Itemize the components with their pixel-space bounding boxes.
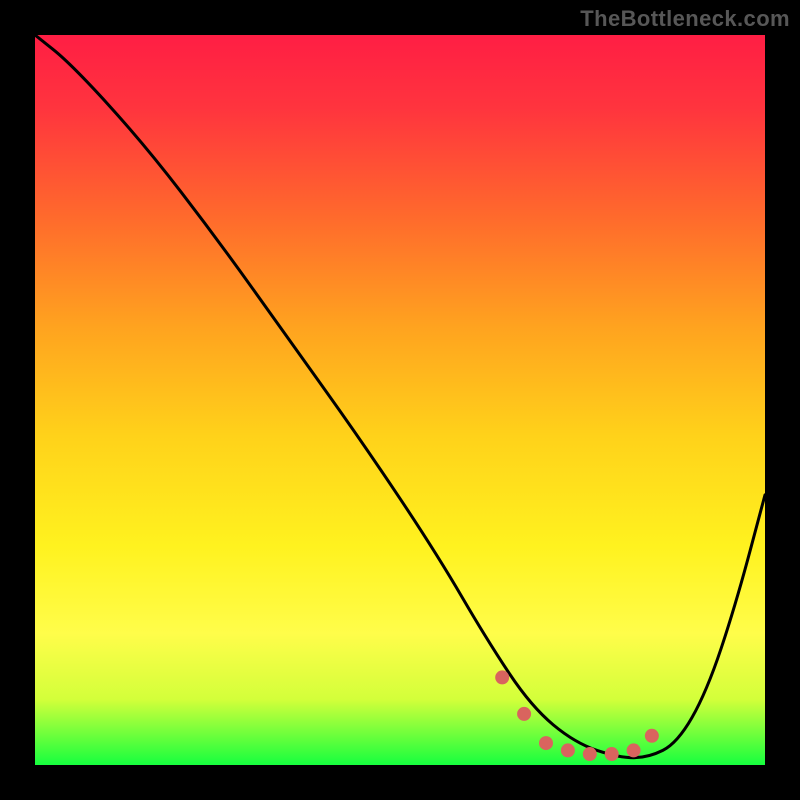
highlight-dot [539, 736, 553, 750]
highlight-dot [605, 747, 619, 761]
chart-frame: TheBottleneck.com [0, 0, 800, 800]
highlight-marker-group [495, 670, 659, 761]
curve-svg [35, 35, 765, 765]
highlight-dot [561, 743, 575, 757]
highlight-dot [583, 747, 597, 761]
watermark-text: TheBottleneck.com [580, 6, 790, 32]
highlight-dot [627, 743, 641, 757]
highlight-dot [517, 707, 531, 721]
gradient-plot-area [35, 35, 765, 765]
highlight-dot [495, 670, 509, 684]
bottleneck-curve [35, 35, 765, 758]
highlight-dot [645, 729, 659, 743]
